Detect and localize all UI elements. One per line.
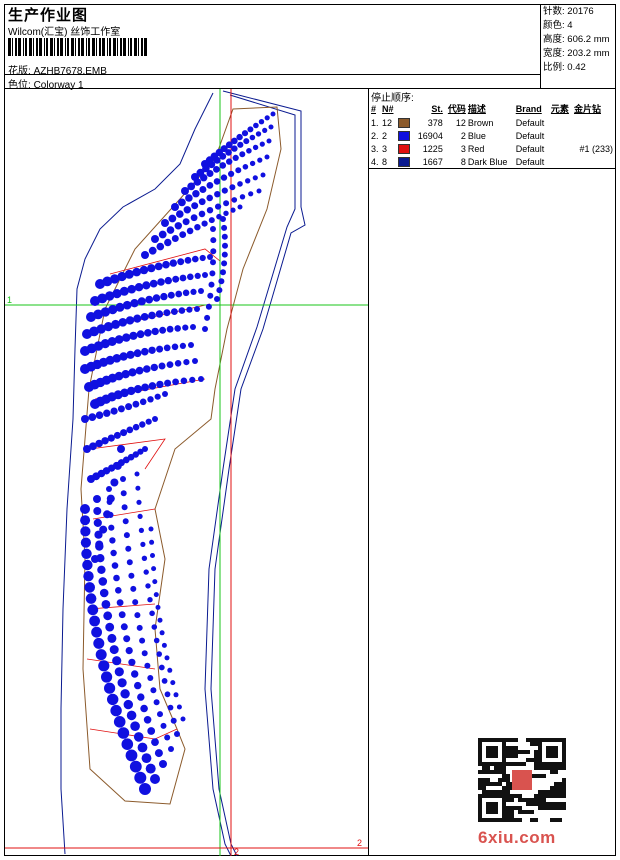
stat-width: 宽度: 203.2 mm	[543, 48, 610, 59]
bead-dots	[80, 111, 276, 795]
axis-label-2-bottom: 2	[234, 847, 239, 856]
col-stitches: St.	[431, 103, 443, 114]
axis-label-2-right: 2	[357, 838, 362, 848]
col-needle: N#	[381, 103, 394, 114]
embroidery-design-canvas: 1 2 2	[5, 89, 368, 856]
meta-divider	[540, 4, 541, 88]
color-swatch	[397, 156, 410, 167]
stats-panel: 针数: 20176 颜色: 4 高度: 606.2 mm 宽度: 203.2 m…	[543, 5, 615, 75]
barcode-icon	[8, 38, 147, 56]
table-row: 1. 12 378 12 Brown Default	[371, 117, 545, 128]
axis-label-1: 1	[7, 295, 12, 305]
color-swatch	[397, 130, 410, 141]
main-divider	[368, 88, 369, 856]
col-brand: Brand	[515, 103, 542, 114]
col-sequin: 金片钻	[573, 104, 601, 114]
page-title: 生产作业图	[8, 7, 89, 24]
stat-height: 高度: 606.2 mm	[543, 34, 610, 45]
col-index: #	[371, 103, 377, 114]
table-row: 4. 8 1667 8 Dark Blue Default	[371, 156, 545, 167]
stat-stitches: 针数: 20176	[543, 6, 594, 17]
qr-code-icon	[478, 738, 566, 822]
col-code: 代码	[447, 104, 466, 114]
table-row: 2. 2 16904 2 Blue Default	[371, 130, 545, 141]
table-bottom-divider	[368, 168, 616, 169]
color-swatch	[397, 117, 410, 128]
stat-scale: 比例: 0.42	[543, 62, 586, 73]
color-swatch	[397, 143, 410, 154]
design-line: 花版: AZHB7678.EMB	[8, 62, 107, 77]
col-swatch	[397, 101, 413, 116]
table-row: 3. 3 1225 3 Red Default #1 (233)	[371, 143, 613, 154]
company-name: Wilcom(汇宝) 丝饰工作室	[8, 27, 121, 38]
stat-colors: 颜色: 4	[543, 20, 573, 31]
watermark-text: 6xiu.com	[478, 828, 556, 847]
col-desc: 描述	[467, 104, 486, 114]
col-element: 元素	[550, 104, 569, 114]
stop-sequence-table: # N# St. 代码 描述 Brand 元素 金片钻 1. 12 378 12 B…	[370, 101, 614, 168]
table-header-row: # N# St. 代码 描述 Brand 元素 金片钻	[370, 101, 614, 116]
